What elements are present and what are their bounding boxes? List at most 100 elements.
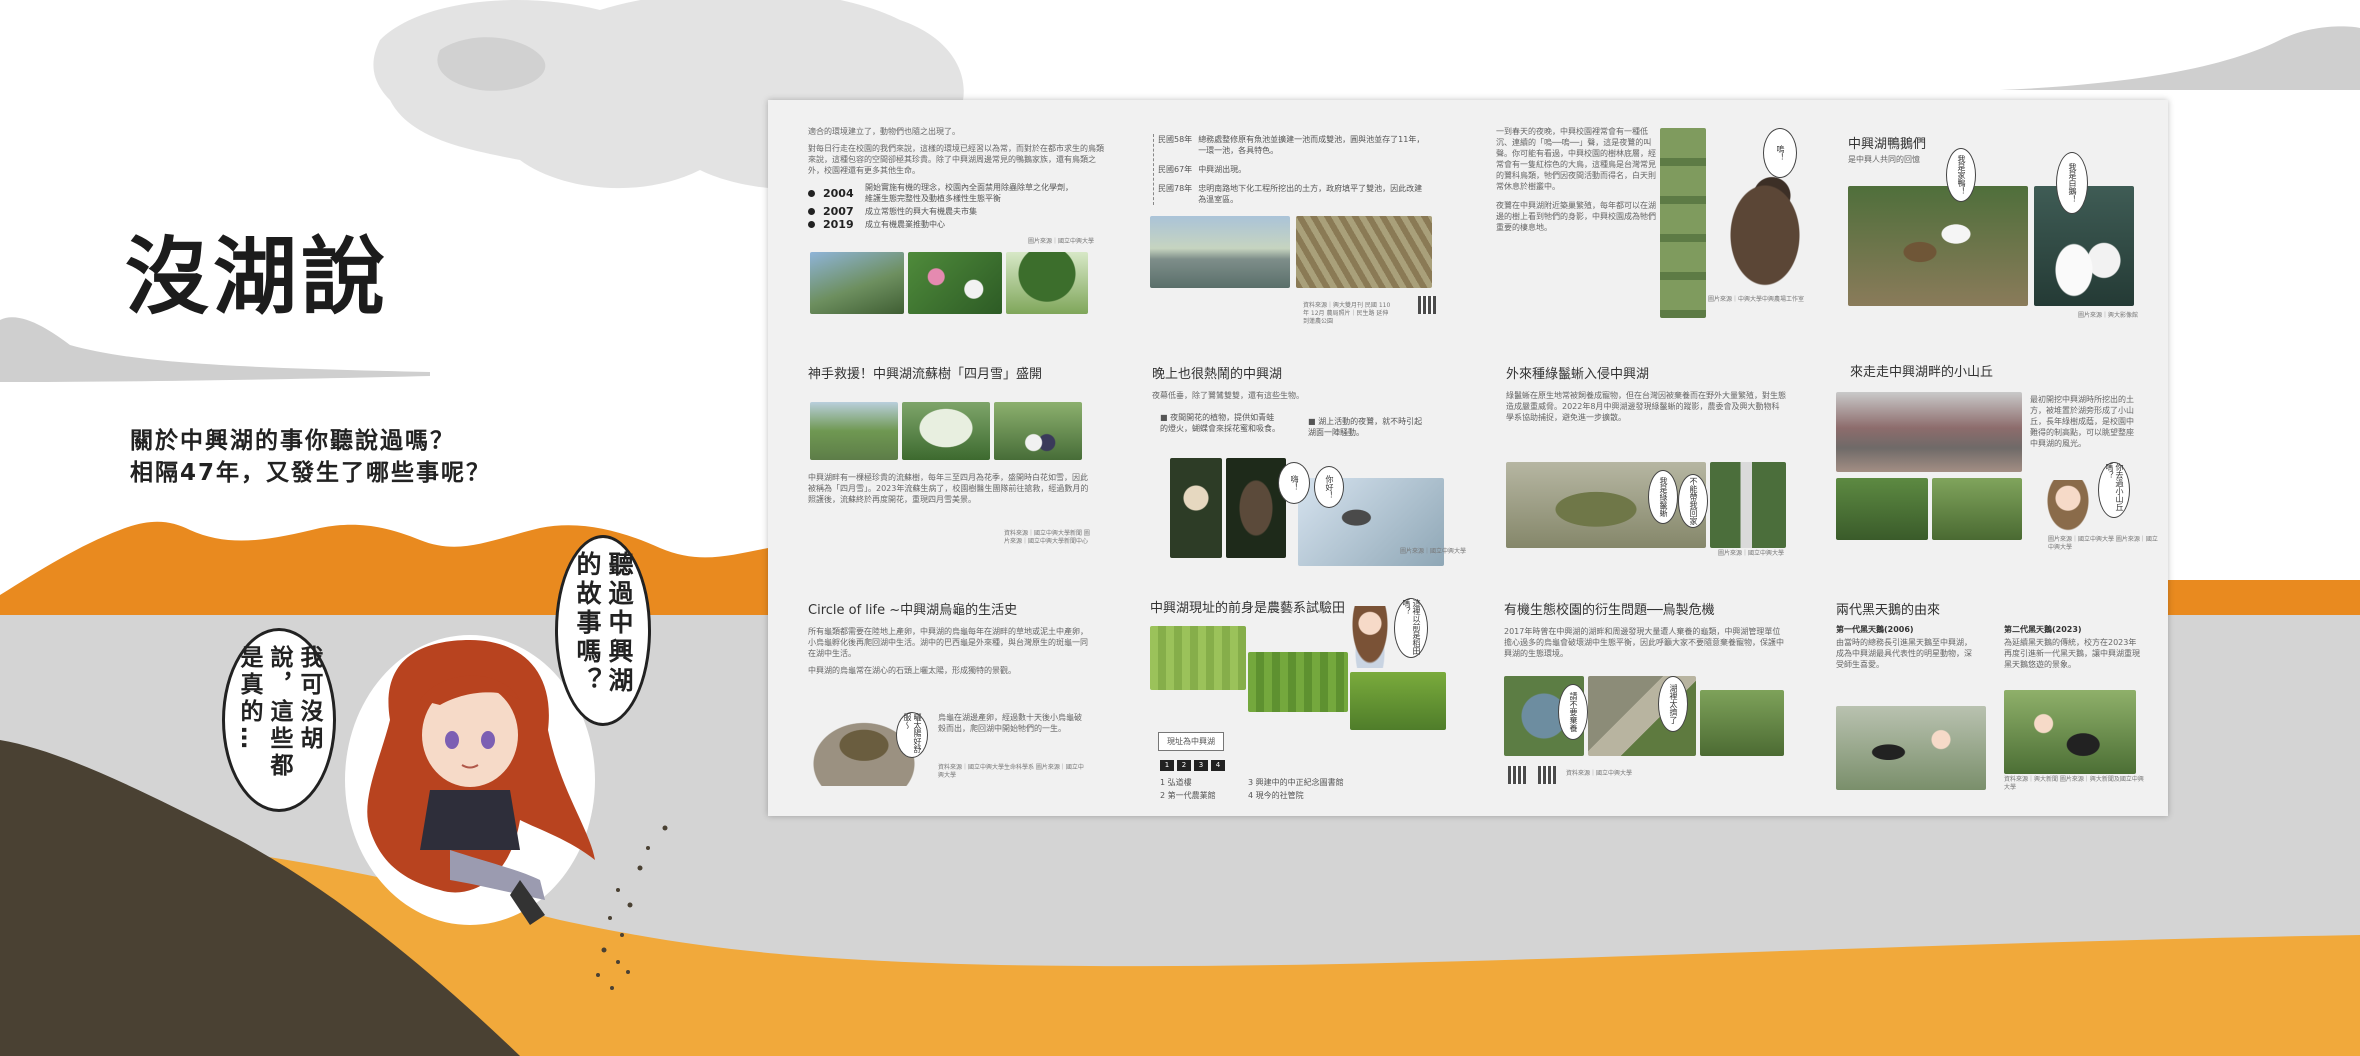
photo-turtle-handling [1700,690,1784,756]
photo-rice-field-3 [1350,672,1446,730]
field-speech-text: 這裡以前是稻田嗎？ [1402,599,1421,655]
panel-1-intro: 適合的環境建立了，動物們也隨之出現了。 [808,127,960,136]
gen-2-block: 第二代黑天鵝(2023) 為延續黑天鵝的傳統，校方在2023年再度引進新一代黑天… [2004,624,2144,670]
gen-2-text: 為延續黑天鵝的傳統，校方在2023年再度引進新一代黑天鵝，讓中興湖重現黑天鵝悠遊… [2004,638,2140,669]
panel-9-paragraph-2: 中興湖的烏龜常在湖心的石頭上曬太陽，形成獨特的景觀。 [808,666,1016,675]
crisis-speech-text-1: 請不要棄養 [1569,692,1578,732]
hill-speech-bubble: 你去過小山丘嗎？ [2098,462,2130,518]
panel-6-intro: 夜幕低垂，除了鷺鷥雙雙，還有這些生物。 [1152,391,1304,400]
panel-11-caption: 資料來源｜國立中興大學 [1566,770,1633,777]
timeline-text: 開始實施有機的理念，校園內全面禁用除蟲除草之化學劑，維護生態完整性及動植多樣性生… [865,183,1073,203]
speech-bubble-right: 聽過中興湖的故事嗎？ [555,535,651,726]
legend-grid: 1 弘道樓 3 興建中的中正紀念圖書館 2 第一代農業館 4 現今的社管院 [1160,777,1460,801]
panel-6-list-b: ■ 湖上活動的夜鷺，就不時引起湖面一陣騷動。 [1308,417,1423,437]
heron-speech-bubble: 嗚！ [1763,128,1797,178]
legend-number: 1 [1160,760,1174,771]
photo-night-flower [1170,458,1222,558]
panel-3-caption: 圖片來源｜中興大學中興農場工作室 [1708,296,1805,303]
crisis-speech-bubble-1: 請不要棄養 [1558,684,1588,740]
panel-4-title: 中興湖鴨鵝們 [1848,137,1927,152]
photo-gen-1-swan [1836,706,1986,790]
qr-code-icon [1508,766,1526,784]
duck-speech-bubble: 我是家鴨！ [1946,148,1976,202]
photo-iguana-sign [1710,462,1786,548]
duck-speech-text: 我是家鴨！ [1957,155,1966,195]
character-illustration [345,635,595,925]
panel-1-paragraph: 對每日行走在校園的我們來說，這樣的環境已經習以為常，而對於在都市求生的鳥類來說，… [808,144,1104,175]
orange-mountain [0,521,768,615]
panel-8-paragraph: 最初開挖中興湖時所挖出的土方，被堆置於湖旁形成了小山丘，長年綠樹成蔭，是校園中難… [2030,395,2134,448]
timeline: 2004 開始實施有機的理念，校園內全面禁用除蟲除草之化學劑，維護生態完整性及動植… [808,182,1108,230]
gen-1-text: 由當時的總務長引進黑天鵝至中興湖，成為中興湖最具代表性的明星動物，深受師生喜愛。 [1836,638,1972,669]
panel-black-swans: 兩代黑天鵝的由來 [1836,602,2136,626]
panel-9-paragraph-1: 所有龜類都需要在陸地上產卵，中興湖的烏龜每年在湖畔的草地或泥土中產卵，小烏龜孵化… [808,627,1088,658]
legend-number: 3 [1194,760,1208,771]
photo-hill-trees-1 [1836,478,1928,540]
panel-5-body: 中興湖畔有一棵極珍貴的流蘇樹，每年三至四月為花季，盛開時白花如雪，因此被稱為「四… [808,472,1090,505]
panel-4-subtitle: 是中興人共同的回憶 [1848,155,1920,164]
panel-5-paragraph: 中興湖畔有一棵極珍貴的流蘇樹，每年三至四月為花季，盛開時白花如雪，因此被稱為「四… [808,473,1089,504]
photo-geese [2034,186,2134,306]
chibi-researcher-illustration [1350,606,1390,668]
turtle-speech-bubble: 曬太陽好舒服～ [896,712,928,758]
panel-11-paragraph: 2017年時曾在中興湖的湖畔和周邊發現大量遭人棄養的龜類，中興湖管理單位擔心過多… [1504,627,1784,658]
panel-lake-history: 民國58年 總務處整修原有魚池並擴建一池而成雙池，圓與池並存了11年，一環一池，各… [1153,134,1428,205]
timeline-year: 2007 [823,205,854,218]
panel-2-caption: 資料來源｜興大雙月刊 民國 110年 12月 農局照片｜民生路 延伸到蓮農公園 [1303,302,1391,325]
iguana-speech-text-1: 我是綠鬣蜥 [1659,477,1668,517]
photo-hill-trees-2 [1932,478,2022,540]
history-text: 中興湖出現。 [1198,165,1247,174]
photo-hill-lake [1836,392,2022,472]
iguana-speech-text-2: 不能帶我回家 [1689,477,1698,525]
legend-item: 2 第一代農業館 [1160,791,1216,800]
bullet-icon [808,221,815,228]
legend-number: 4 [1211,760,1225,771]
panel-7-caption: 圖片來源｜國立中興大學 [1718,550,1785,557]
speech-bubble-left-text: 我可沒胡說，這些都是真的… [236,645,322,780]
photo-big-tree [1006,252,1088,314]
legend-number: 2 [1177,760,1191,771]
heron-flight-speech-bubble: 你好！ [1314,466,1344,508]
history-year: 民國67年 [1158,165,1193,174]
gen-2-title: 第二代黑天鵝(2023) [2004,625,2082,634]
panel-green-iguana: 外來種綠鬣蜥入侵中興湖 綠鬣蜥在原生地常被飼養成寵物，但在台灣因被棄養而在野外大… [1506,366,1786,423]
panel-1-caption: 圖片來源｜國立中興大學 [1028,238,1095,245]
exhibition-board: 適合的環境建立了，動物們也隨之出現了。 對每日行走在校園的我們來說，這樣的環境已… [768,100,2168,816]
panel-7-title: 外來種綠鬣蜥入侵中興湖 [1506,367,1650,382]
panel-4-caption: 圖片來源｜興大影像館 [2078,312,2139,319]
panel-9-caption: 資料來源｜國立中興大學生命科學系 圖片來源｜國立中興大學 [938,764,1084,779]
photo-ducks [1848,186,2028,306]
panel-8-body: 最初開挖中興湖時所挖出的土方，被堆置於湖旁形成了小山丘，長年綠樹成蔭，是校園中難… [2030,394,2138,449]
panel-turtle-crisis: 有機生態校園的衍生問題──烏製危機 2017年時曾在中興湖的湖畔和周邊發現大量遭… [1504,602,1784,659]
photo-night-heron [1710,156,1810,288]
photo-campus-garden [810,252,904,314]
photo-aerial-greenhouse [1296,216,1432,288]
legend-item: 4 現今的社管院 [1248,791,1304,800]
crisis-speech-text-2: 湖裡太擠了 [1669,684,1678,724]
timeline-year: 2004 [823,186,854,200]
heron-flight-speech-text: 你好！ [1325,475,1334,499]
panel-night-heron: 一到春天的夜晚，中興校園裡常會有一種低沉、連續的「嗚──嗚──」聲，這是夜鷺的叫… [1496,126,1656,233]
timeline-year: 2019 [823,218,854,231]
panel-hill: 來走走中興湖畔的小山丘 [1850,364,2050,388]
bullet-icon [808,189,815,197]
photo-moth [1226,458,1286,558]
panel-5-title: 神手救援！中興湖流蘇樹「四月雪」盛開 [808,367,1043,382]
legend-item: 3 興建中的中正紀念圖書館 [1248,778,1344,787]
bullet-icon [808,208,815,215]
moth-speech-text: 嗨！ [1290,475,1299,491]
panel-8-title: 來走走中興湖畔的小山丘 [1850,365,1994,380]
panel-6-list-a: ■ 夜間開花的植物，提供如青蛙的燈火，蝴蝶會來採花蜜和吸食。 [1160,413,1280,433]
speech-bubble-left: 我可沒胡說，這些都是真的… [222,628,336,812]
panel-fringe-tree: 神手救援！中興湖流蘇樹「四月雪」盛開 [808,366,1098,390]
timeline-item: 2007 成立常態性的興大有機農夫市集 [808,206,1108,217]
turtle-speech-text: 曬太陽好舒服～ [903,713,922,753]
photo-flowers [908,252,1002,314]
moth-speech-bubble: 嗨！ [1278,462,1310,504]
field-legend: 1 2 3 4 1 弘道樓 3 興建中的中正紀念圖書館 2 第一代農業館 4 現… [1160,760,1460,801]
panel-6-caption: 圖片來源｜國立中興大學 [1400,548,1467,555]
history-year: 民國78年 [1158,184,1193,193]
panel-6-title: 晚上也很熱鬧的中興湖 [1152,367,1283,382]
iguana-speech-bubble-1: 我是綠鬣蜥 [1648,470,1678,524]
panel-12-caption: 資料來源｜興大新聞 圖片來源｜興大新聞及國立中興大學 [2004,776,2144,791]
